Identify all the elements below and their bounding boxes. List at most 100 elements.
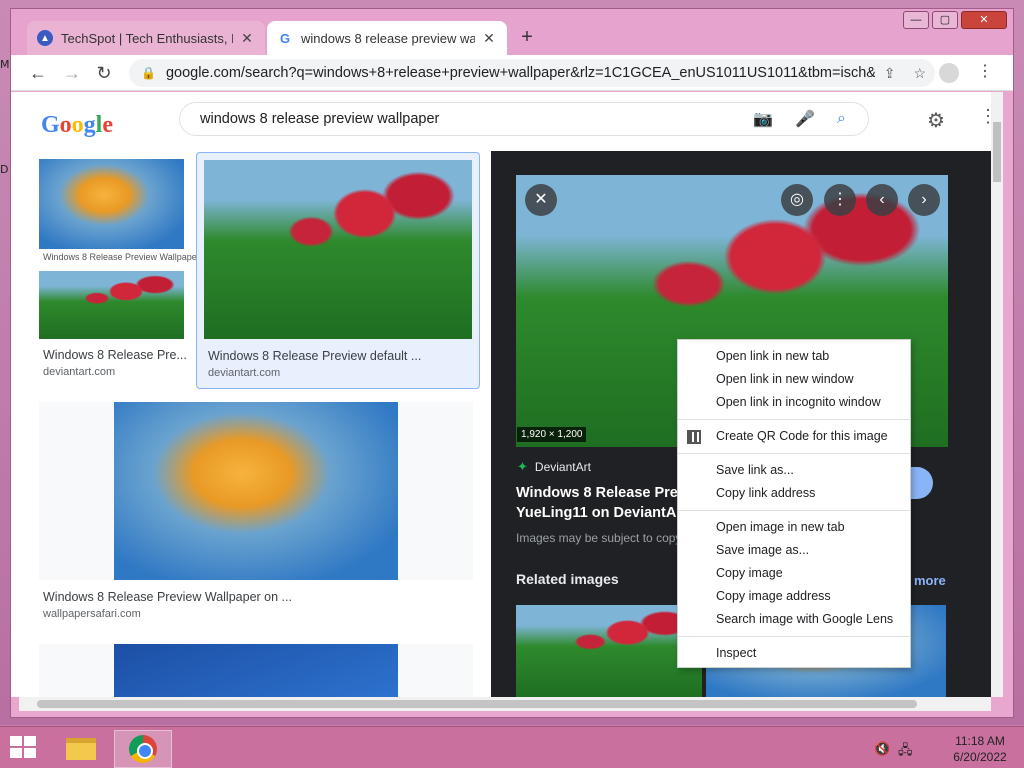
tab-google-search[interactable]: G windows 8 release preview wallp ✕ <box>267 21 507 55</box>
menu-open-link-new-tab[interactable]: Open link in new tab <box>678 345 910 368</box>
share-icon[interactable]: ⇪ <box>884 65 896 82</box>
start-logo-pane <box>10 748 22 758</box>
network-icon[interactable]: 🖧 <box>898 741 913 763</box>
profile-avatar[interactable] <box>939 63 959 83</box>
close-window-button[interactable]: ✕ <box>961 11 1007 29</box>
file-explorer-taskbar-button[interactable] <box>52 730 110 768</box>
system-clock[interactable]: 11:18 AM 6/20/2022 <box>944 733 1016 765</box>
menu-copy-image[interactable]: Copy image <box>678 562 910 585</box>
minimize-button[interactable]: — <box>903 11 929 29</box>
menu-separator <box>678 419 910 420</box>
reload-button[interactable]: ↻ <box>91 60 117 86</box>
new-tab-button[interactable]: + <box>515 26 539 50</box>
scrollbar-thumb[interactable] <box>37 700 917 708</box>
search-icon[interactable]: ⌕ <box>837 110 846 128</box>
result-title[interactable]: Windows 8 Release Pre... <box>43 348 187 362</box>
image-result[interactable] <box>39 644 473 697</box>
previous-arrow-icon[interactable]: ‹ <box>866 184 898 216</box>
folder-icon <box>66 738 96 760</box>
search-query[interactable]: windows 8 release preview wallpaper <box>200 111 753 127</box>
menu-save-link-as[interactable]: Save link as... <box>678 459 910 482</box>
maximize-button[interactable]: ▢ <box>932 11 958 29</box>
clock-time: 11:18 AM <box>955 734 1005 748</box>
source-name: DeviantArt <box>534 460 591 474</box>
result-thumbnail[interactable] <box>204 160 472 339</box>
menu-separator <box>678 510 910 511</box>
menu-separator <box>678 636 910 637</box>
window-controls: — ▢ ✕ <box>900 11 1007 29</box>
vertical-scrollbar[interactable] <box>991 92 1003 697</box>
related-image-thumbnail[interactable] <box>516 605 702 697</box>
logo-letter: g <box>83 112 96 138</box>
preview-title-line: YueLing11 on DeviantArt <box>516 505 686 521</box>
back-button[interactable]: ← <box>25 60 51 86</box>
menu-create-qr-code[interactable]: Create QR Code for this image <box>678 425 910 448</box>
chrome-taskbar-button[interactable] <box>114 730 172 768</box>
menu-inspect[interactable]: Inspect <box>678 642 910 665</box>
desktop-edge-text: D <box>0 163 9 176</box>
menu-copy-image-address[interactable]: Copy image address <box>678 585 910 608</box>
tab-techspot[interactable]: ▲ TechSpot | Tech Enthusiasts, Pow ✕ <box>27 21 265 55</box>
tab-strip: ▲ TechSpot | Tech Enthusiasts, Pow ✕ G w… <box>11 9 1013 55</box>
desktop-edge-text: M <box>0 58 10 71</box>
volume-muted-icon[interactable]: 🔇 <box>874 741 890 757</box>
address-bar[interactable]: 🔒 google.com/search?q=windows+8+release+… <box>129 59 935 87</box>
logo-letter: e <box>102 112 113 138</box>
browser-menu-icon[interactable]: ⋮ <box>977 61 993 81</box>
logo-letters: Google <box>41 112 113 138</box>
microphone-icon[interactable]: 🎤 <box>795 109 815 129</box>
forward-button[interactable]: → <box>59 60 85 86</box>
deviantart-icon: ✦ <box>517 459 528 474</box>
more-options-icon[interactable]: ⋮ <box>824 184 856 216</box>
result-site: deviantart.com <box>208 367 281 379</box>
camera-icon[interactable]: 📷 <box>753 109 773 129</box>
techspot-icon: ▲ <box>37 30 53 46</box>
result-thumbnail[interactable] <box>114 402 398 580</box>
result-site: deviantart.com <box>43 366 116 378</box>
google-doodle-logo[interactable]: Google <box>41 112 113 139</box>
menu-open-image-new-tab[interactable]: Open image in new tab <box>678 516 910 539</box>
url-text[interactable]: google.com/search?q=windows+8+release+pr… <box>166 65 875 81</box>
result-title[interactable]: Windows 8 Release Preview default ... <box>208 349 421 363</box>
menu-save-image-as[interactable]: Save image as... <box>678 539 910 562</box>
search-input[interactable]: windows 8 release preview wallpaper 📷 🎤 … <box>179 102 869 136</box>
image-dimensions-badge: 1,920 × 1,200 <box>517 427 587 442</box>
close-icon[interactable]: ✕ <box>481 30 497 47</box>
google-g-icon: G <box>277 30 293 46</box>
selected-image-result[interactable]: Windows 8 Release Preview default ... de… <box>196 152 480 389</box>
google-lens-icon[interactable]: ◎ <box>781 184 813 216</box>
result-site: wallpapersafari.com <box>43 608 141 620</box>
menu-open-link-new-window[interactable]: Open link in new window <box>678 368 910 391</box>
preview-title[interactable]: Windows 8 Release Prev YueLing11 on Devi… <box>516 483 686 523</box>
image-result[interactable] <box>39 402 473 580</box>
tab-title: TechSpot | Tech Enthusiasts, Pow <box>61 30 233 46</box>
bookmark-star-icon[interactable]: ☆ <box>913 65 926 82</box>
next-arrow-icon[interactable]: › <box>908 184 940 216</box>
close-icon[interactable]: ✕ <box>239 30 255 47</box>
result-thumbnail[interactable] <box>39 159 184 249</box>
result-thumbnail[interactable] <box>39 271 184 339</box>
result-thumbnail[interactable] <box>114 644 398 697</box>
browser-toolbar: ← → ↻ 🔒 google.com/search?q=windows+8+re… <box>11 55 1013 91</box>
menu-open-link-incognito[interactable]: Open link in incognito window <box>678 391 910 414</box>
taskbar: 🔇 🖧 11:18 AM 6/20/2022 <box>0 726 1024 768</box>
related-images-heading: Related images <box>516 571 619 587</box>
lock-icon[interactable]: 🔒 <box>141 66 156 80</box>
start-logo-pane <box>24 736 36 746</box>
visit-button[interactable] <box>909 467 933 499</box>
scrollbar-thumb[interactable] <box>993 122 1001 182</box>
menu-search-google-lens[interactable]: Search image with Google Lens <box>678 608 910 631</box>
logo-letter: o <box>59 112 72 138</box>
logo-letter: o <box>71 112 84 138</box>
horizontal-scrollbar[interactable] <box>19 697 991 711</box>
see-more-link[interactable]: more <box>914 573 946 588</box>
source-site[interactable]: ✦ DeviantArt <box>517 459 591 475</box>
close-icon[interactable]: ✕ <box>525 184 557 216</box>
tab-title: windows 8 release preview wallp <box>301 30 475 46</box>
thumbnail-caption: Windows 8 Release Preview Wallpapers <box>43 252 205 262</box>
result-title[interactable]: Windows 8 Release Preview Wallpaper on .… <box>43 590 292 604</box>
windows-start-button[interactable] <box>10 736 38 760</box>
settings-gear-icon[interactable]: ⚙ <box>927 108 945 133</box>
copyright-note: Images may be subject to copyright. <box>516 531 686 545</box>
menu-copy-link-address[interactable]: Copy link address <box>678 482 910 505</box>
